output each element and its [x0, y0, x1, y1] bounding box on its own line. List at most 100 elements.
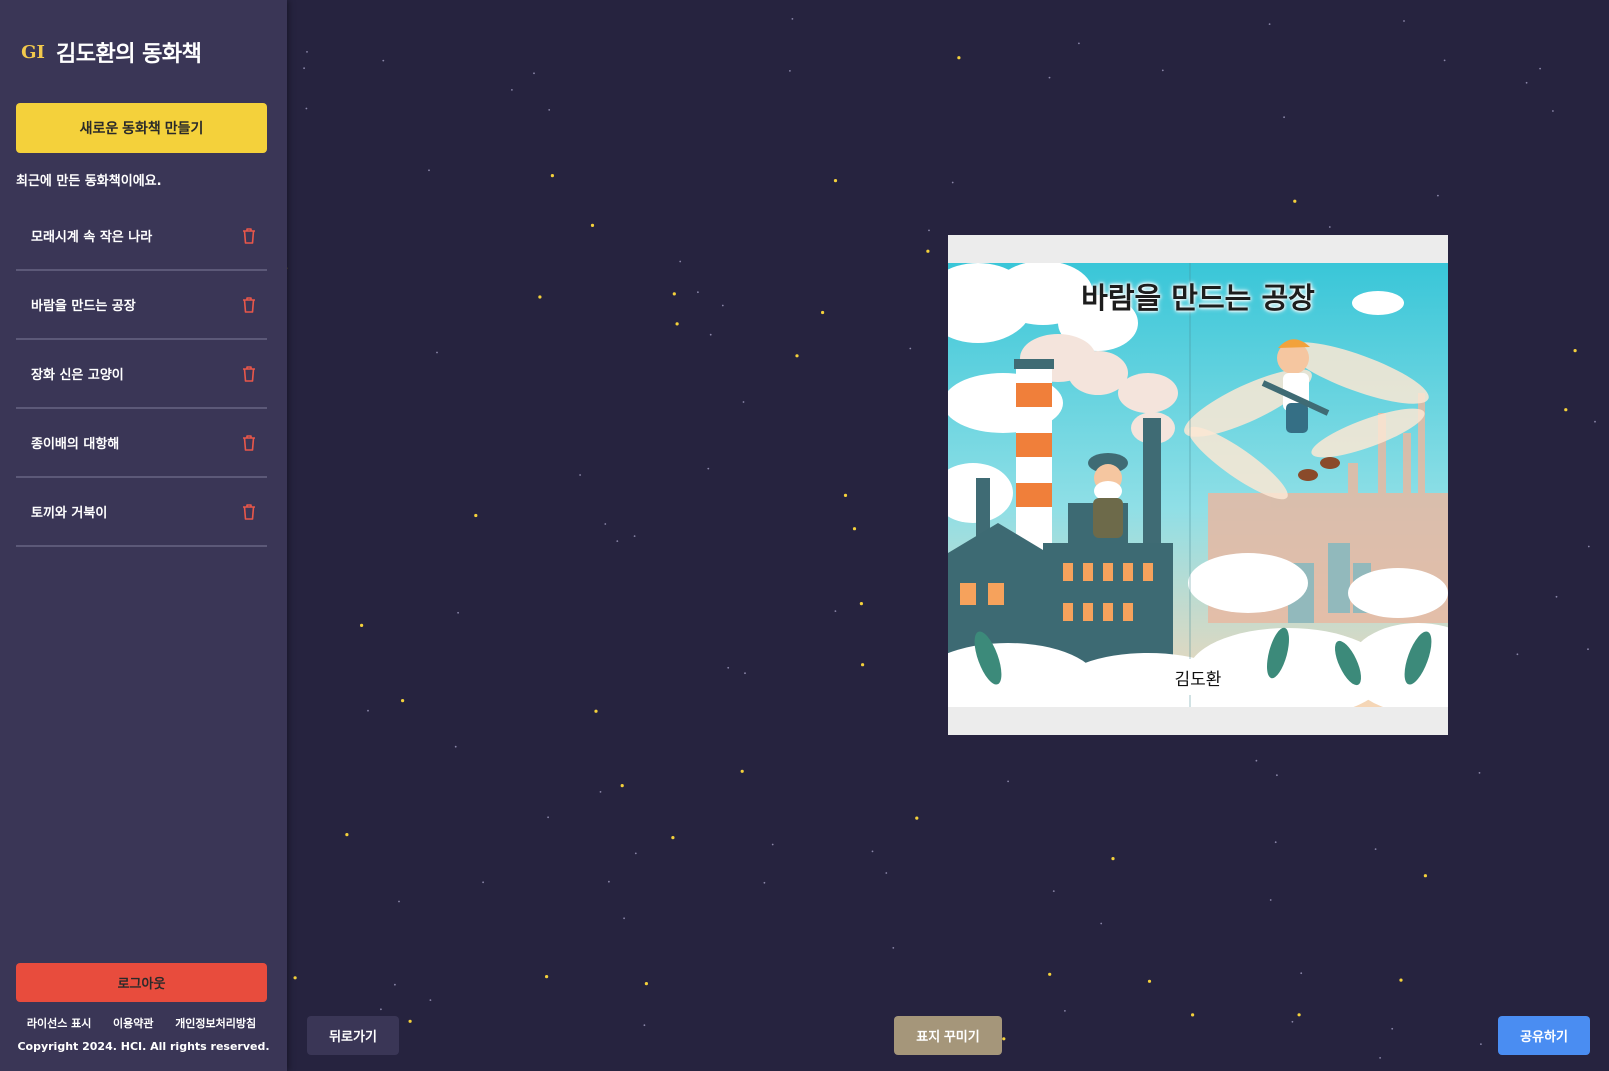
book-item[interactable]: 장화 신은 고양이	[16, 340, 267, 409]
star	[401, 699, 405, 703]
star	[454, 745, 457, 748]
star	[1300, 972, 1303, 975]
star	[1268, 23, 1271, 25]
star	[1291, 1020, 1294, 1023]
star	[1100, 922, 1103, 925]
trash-icon[interactable]	[239, 364, 259, 384]
star	[795, 354, 799, 358]
star	[1573, 349, 1577, 353]
brand-title: 김도환의 동화책	[56, 42, 202, 67]
star	[633, 535, 636, 537]
decorate-cover-button[interactable]: 표지 꾸미기	[894, 1016, 1002, 1055]
star	[821, 310, 825, 315]
star	[398, 900, 400, 903]
book-item[interactable]: 토끼와 거북이	[16, 478, 267, 547]
star	[1064, 1010, 1066, 1012]
star	[594, 709, 598, 713]
star	[909, 347, 912, 350]
star	[1283, 116, 1285, 119]
star	[367, 709, 369, 712]
star	[771, 843, 774, 846]
star	[616, 540, 619, 542]
star	[1516, 653, 1519, 656]
star	[547, 816, 549, 819]
book-title: 장화 신은 고양이	[31, 368, 124, 383]
star	[707, 467, 710, 470]
star	[727, 666, 730, 669]
sidebar: GI 김도환의 동화책 새로운 동화책 만들기 최근에 만든 동화책이에요. 모…	[0, 0, 287, 1071]
star	[763, 881, 766, 884]
star	[1423, 874, 1427, 878]
star	[482, 881, 484, 884]
star	[926, 249, 930, 253]
star	[382, 59, 385, 62]
star	[1002, 1037, 1006, 1041]
book-cover: 바람을 만드는 공장 김도환	[948, 235, 1448, 735]
book-title: 모래시계 속 작은 나라	[31, 230, 153, 245]
star	[533, 72, 535, 75]
star	[861, 663, 865, 667]
trash-icon[interactable]	[239, 502, 259, 522]
star	[742, 401, 745, 403]
book-item[interactable]: 모래시계 속 작은 나라	[16, 202, 267, 271]
star	[380, 1008, 382, 1011]
book-title: 바람을 만드는 공장	[31, 299, 136, 314]
star	[1328, 226, 1331, 228]
star	[1007, 780, 1009, 783]
star	[1525, 81, 1528, 84]
recent-books-label: 최근에 만든 동화책이에요.	[16, 174, 162, 189]
star	[545, 975, 549, 979]
trash-icon[interactable]	[239, 295, 259, 315]
logout-button[interactable]: 로그아웃	[16, 963, 267, 1002]
star	[1274, 841, 1277, 844]
privacy-link[interactable]: 개인정보처리방침	[175, 1015, 256, 1031]
cover-illustration	[948, 263, 1448, 707]
star	[1594, 420, 1596, 423]
terms-link[interactable]: 이용약관	[113, 1015, 153, 1031]
star	[1587, 545, 1590, 548]
star	[833, 179, 838, 183]
trash-icon[interactable]	[239, 226, 259, 246]
star	[620, 784, 624, 788]
star	[679, 260, 682, 263]
trash-icon[interactable]	[239, 433, 259, 453]
star	[843, 493, 848, 497]
star	[1297, 1013, 1301, 1017]
star	[709, 333, 712, 336]
star	[428, 169, 430, 172]
star	[915, 816, 919, 820]
star	[1374, 848, 1377, 850]
cover-author: 김도환	[1165, 659, 1231, 695]
back-button[interactable]: 뒤로가기	[307, 1016, 399, 1055]
star	[928, 229, 930, 232]
book-item[interactable]: 종이배의 대항해	[16, 409, 267, 478]
new-book-button[interactable]: 새로운 동화책 만들기	[16, 103, 267, 153]
star	[1111, 857, 1115, 861]
star	[1048, 76, 1051, 79]
license-link[interactable]: 라이선스 표시	[27, 1015, 92, 1031]
star	[1293, 199, 1297, 203]
star	[305, 107, 308, 110]
star	[643, 1024, 646, 1027]
star	[697, 291, 699, 294]
gi-logo-icon: GI	[21, 41, 45, 63]
star	[1480, 1043, 1482, 1045]
star	[644, 982, 649, 986]
book-item[interactable]: 바람을 만드는 공장	[16, 271, 267, 340]
star	[408, 1019, 412, 1023]
star	[474, 513, 478, 518]
copyright: Copyright 2024. HCI. All rights reserved…	[17, 1040, 270, 1053]
star	[608, 880, 610, 883]
star	[548, 109, 551, 111]
star	[1437, 194, 1439, 197]
brand[interactable]: GI 김도환의 동화책	[20, 36, 202, 68]
star	[1539, 67, 1541, 70]
star	[1587, 648, 1589, 651]
star	[1403, 20, 1405, 22]
star	[1048, 972, 1052, 976]
share-button[interactable]: 공유하기	[1498, 1016, 1590, 1055]
star	[394, 983, 396, 986]
star	[871, 850, 874, 853]
star	[951, 181, 954, 184]
star	[1052, 890, 1055, 892]
